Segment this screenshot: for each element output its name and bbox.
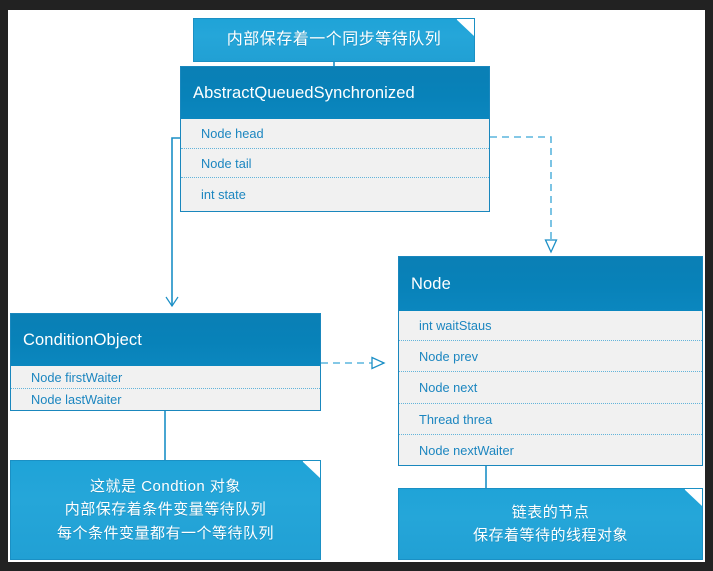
diagram-canvas: 内部保存着一个同步等待队列 AbstractQueuedSynchronized… xyxy=(8,10,705,562)
field-int-waitstaus[interactable]: int waitStaus xyxy=(399,311,702,341)
note-conditionobject-line-1: 这就是 Condtion 对象 xyxy=(90,478,241,496)
note-node-line-1: 链表的节点 xyxy=(511,503,590,521)
class-fields-conditionobject: Node firstWaiter Node lastWaiter xyxy=(11,366,320,410)
note-fold-icon xyxy=(684,489,702,506)
note-conditionobject-line-3: 每个条件变量都有一个等待队列 xyxy=(56,524,274,542)
class-title-node: Node xyxy=(399,257,702,311)
field-thread-threa[interactable]: Thread threa xyxy=(399,404,702,435)
class-fields-abstractqueuedsynchronized: Node head Node tail int state xyxy=(181,119,489,211)
field-node-lastwaiter[interactable]: Node lastWaiter xyxy=(11,389,320,410)
field-node-head[interactable]: Node head xyxy=(181,119,489,149)
note-top: 内部保存着一个同步等待队列 xyxy=(193,18,475,62)
note-fold-icon xyxy=(456,19,474,36)
field-node-prev[interactable]: Node prev xyxy=(399,341,702,372)
field-node-tail[interactable]: Node tail xyxy=(181,149,489,178)
field-int-state[interactable]: int state xyxy=(181,178,489,211)
field-node-nextwaiter[interactable]: Node nextWaiter xyxy=(399,435,702,465)
class-box-conditionobject[interactable]: ConditionObject Node firstWaiter Node la… xyxy=(10,313,321,411)
note-node-line-2: 保存着等待的线程对象 xyxy=(472,527,628,544)
connector-aqs-to-node xyxy=(490,136,558,254)
class-box-node[interactable]: Node int waitStaus Node prev Node next T… xyxy=(398,256,703,466)
note-conditionobject-line-2: 内部保存着条件变量等待队列 xyxy=(64,501,267,519)
note-fold-icon xyxy=(302,461,320,478)
note-conditionobject: 这就是 Condtion 对象 内部保存着条件变量等待队列 每个条件变量都有一个… xyxy=(10,460,321,560)
field-node-firstwaiter[interactable]: Node firstWaiter xyxy=(11,366,320,389)
class-title-abstractqueuedsynchronized: AbstractQueuedSynchronized xyxy=(181,67,489,119)
note-node: 链表的节点 保存着等待的线程对象 xyxy=(398,488,703,560)
note-top-line-1: 内部保存着一个同步等待队列 xyxy=(226,30,442,48)
class-fields-node: int waitStaus Node prev Node next Thread… xyxy=(399,311,702,465)
class-box-abstractqueuedsynchronized[interactable]: AbstractQueuedSynchronized Node head Nod… xyxy=(180,66,490,212)
field-node-next[interactable]: Node next xyxy=(399,372,702,404)
class-title-conditionobject: ConditionObject xyxy=(11,314,320,366)
